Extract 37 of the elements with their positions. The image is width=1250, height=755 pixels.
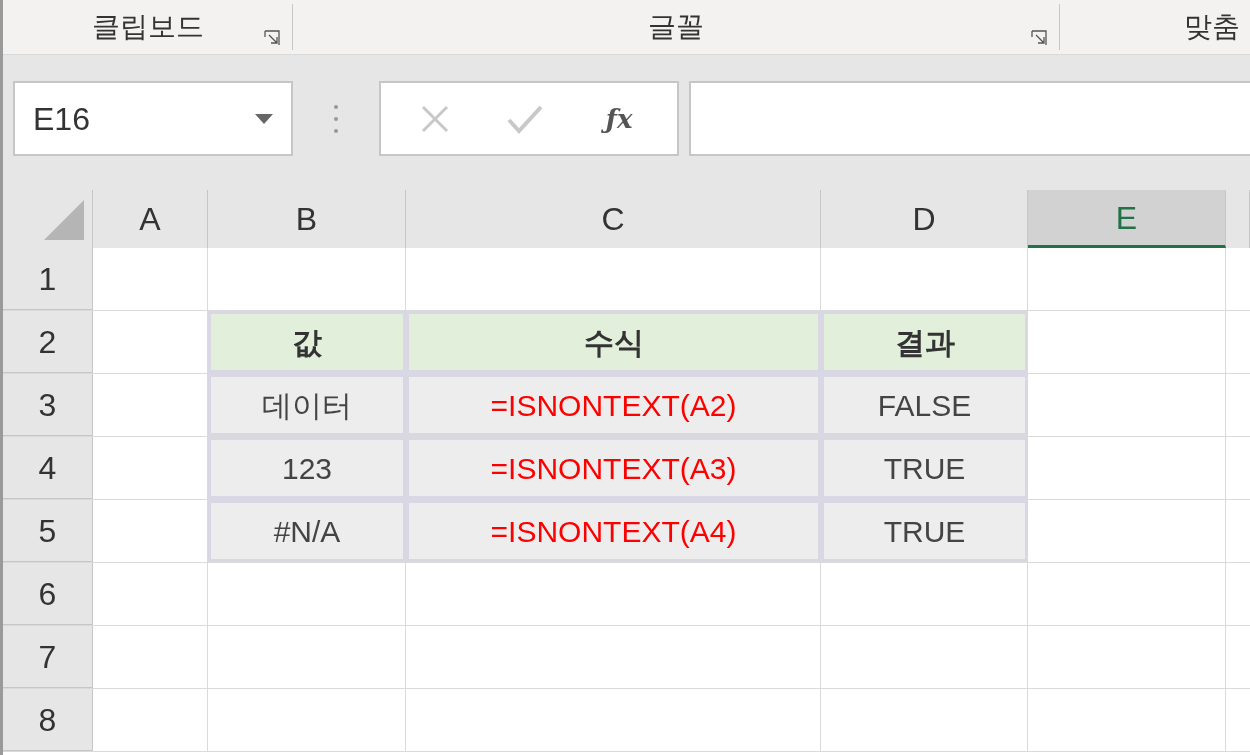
row-header[interactable]: 7 xyxy=(3,626,93,688)
row-header[interactable]: 1 xyxy=(3,248,93,310)
cancel-x-icon[interactable] xyxy=(419,103,450,134)
vertical-dots-icon xyxy=(333,103,339,134)
table-cell: 값 xyxy=(208,311,406,373)
dialog-launcher-icon[interactable] xyxy=(264,30,280,46)
table-cell: =ISNONTEXT(A4) xyxy=(406,500,821,562)
column-header[interactable]: E xyxy=(1028,190,1226,248)
ribbon-group-label: 클립보드 xyxy=(91,10,204,44)
formula-input-field[interactable] xyxy=(689,81,1250,156)
table-cell: TRUE xyxy=(821,500,1028,562)
table-cell: FALSE xyxy=(821,374,1028,436)
ribbon-group-label: 맞춤 xyxy=(1184,10,1240,44)
function-button[interactable]: ƒx xyxy=(599,98,639,139)
column-header[interactable]: C xyxy=(406,190,821,248)
table-cell: =ISNONTEXT(A3) xyxy=(406,437,821,499)
corner-triangle-icon xyxy=(44,200,84,240)
table-cell: 결과 xyxy=(821,311,1028,373)
table-cell: 수식 xyxy=(406,311,821,373)
table-cell: #N/A xyxy=(208,500,406,562)
table-cell: =ISNONTEXT(A2) xyxy=(406,374,821,436)
table-cell: 데이터 xyxy=(208,374,406,436)
column-header[interactable]: B xyxy=(208,190,406,248)
name-box[interactable]: E16 xyxy=(13,81,293,156)
ribbon-group-label: 글꼴 xyxy=(648,10,704,44)
row-header[interactable]: 4 xyxy=(3,437,93,499)
table-cell: TRUE xyxy=(821,437,1028,499)
row-header[interactable]: 5 xyxy=(3,500,93,562)
row-header[interactable]: 3 xyxy=(3,374,93,436)
row-header[interactable]: 8 xyxy=(3,689,93,751)
check-mark-icon[interactable] xyxy=(506,103,543,134)
dialog-launcher-icon[interactable] xyxy=(1031,30,1047,46)
column-header[interactable]: A xyxy=(93,190,208,248)
row-header[interactable]: 2 xyxy=(3,311,93,373)
row-header[interactable]: 6 xyxy=(3,563,93,625)
table-cell: 123 xyxy=(208,437,406,499)
dropdown-caret-icon xyxy=(255,113,273,124)
